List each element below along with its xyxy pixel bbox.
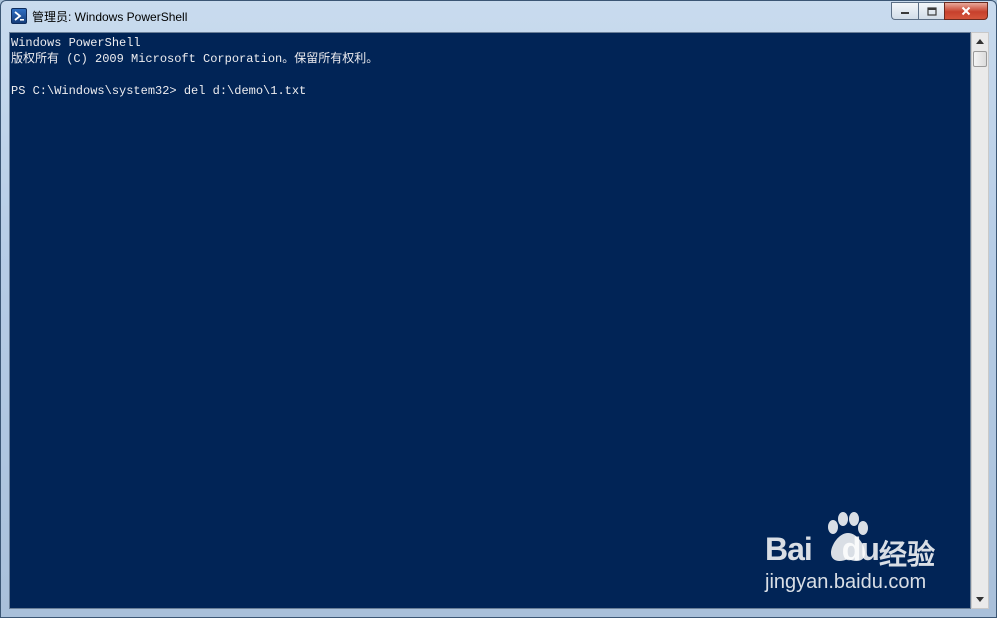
caption-buttons [891,2,988,20]
maximize-button[interactable] [918,2,944,20]
scroll-down-button[interactable] [972,591,988,608]
minimize-button[interactable] [891,2,918,20]
maximize-icon [926,6,937,16]
close-icon [961,6,971,16]
watermark-hanzi: 经验 [879,538,936,571]
console-line: 版权所有 (C) 2009 Microsoft Corporation。保留所有… [11,52,379,66]
watermark-brand: Bai du [765,531,880,567]
title-bar[interactable]: 管理员: Windows PowerShell [1,1,996,32]
minimize-icon [901,12,909,14]
console-line: Windows PowerShell [11,36,141,50]
console-prompt-line: PS C:\Windows\system32> del d:\demo\1.tx… [11,84,307,98]
chevron-up-icon [976,39,984,44]
scrollbar-thumb[interactable] [973,51,987,67]
powershell-icon[interactable] [11,8,27,24]
watermark-url: jingyan.baidu.com [765,571,927,593]
vertical-scrollbar[interactable] [971,32,989,609]
close-button[interactable] [944,2,988,20]
powershell-window: 管理员: Windows PowerShell Windows PowerShe… [0,0,997,618]
scroll-up-button[interactable] [972,33,988,50]
window-title: 管理员: Windows PowerShell [32,10,188,24]
chevron-down-icon [976,597,984,602]
baidu-jingyan-watermark: Bai du 经验 jingyan.baidu.com [761,509,961,599]
